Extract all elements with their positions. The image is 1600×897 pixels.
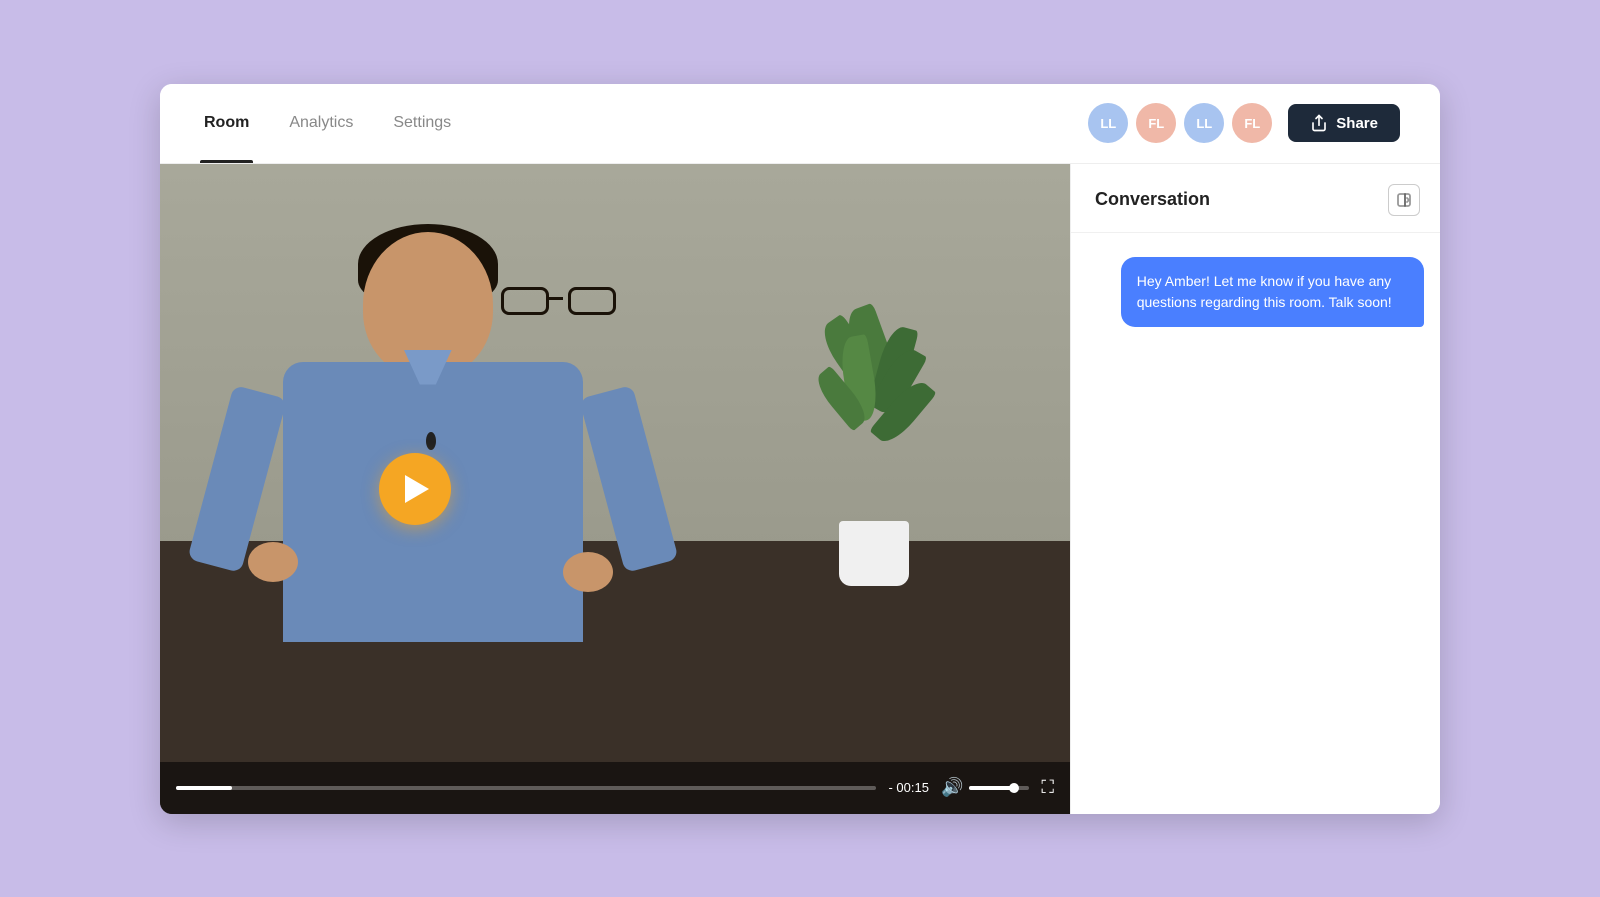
message-bubble: Hey Amber! Let me know if you have any q… xyxy=(1121,257,1424,327)
person-glasses xyxy=(501,287,616,317)
volume-icon: 🔊 xyxy=(941,777,963,798)
plant-leaves xyxy=(824,306,924,526)
video-panel: - 00:15 🔊 ⛶ xyxy=(160,164,1070,814)
time-label: - 00:15 xyxy=(888,780,928,795)
video-controls: - 00:15 🔊 ⛶ xyxy=(160,762,1070,814)
conversation-panel: Conversation Hey Amber! Let me know if y… xyxy=(1070,164,1440,814)
header-right: LL FL LL FL Share xyxy=(1088,103,1400,143)
share-icon xyxy=(1310,114,1328,132)
glasses-bridge xyxy=(549,297,563,300)
play-button[interactable] xyxy=(379,453,451,525)
conversation-title: Conversation xyxy=(1095,189,1210,210)
collapse-icon xyxy=(1396,192,1412,208)
main-content: - 00:15 🔊 ⛶ Conversation xyxy=(160,164,1440,814)
person-hand-right xyxy=(563,552,613,592)
plant-pot xyxy=(839,521,909,586)
glasses-left xyxy=(501,287,549,315)
tab-settings[interactable]: Settings xyxy=(389,84,455,163)
plant xyxy=(814,306,934,586)
collapse-panel-button[interactable] xyxy=(1388,184,1420,216)
conversation-header: Conversation xyxy=(1071,164,1440,233)
volume-handle[interactable] xyxy=(1009,783,1019,793)
video-scene: - 00:15 🔊 ⛶ xyxy=(160,164,1070,814)
conversation-body: Hey Amber! Let me know if you have any q… xyxy=(1071,233,1440,814)
share-label: Share xyxy=(1336,115,1378,132)
tab-analytics[interactable]: Analytics xyxy=(285,84,357,163)
progress-track[interactable] xyxy=(176,786,876,790)
tab-room[interactable]: Room xyxy=(200,84,253,163)
nav-tabs: Room Analytics Settings xyxy=(200,84,455,163)
avatar-ll1[interactable]: LL xyxy=(1088,103,1128,143)
progress-fill xyxy=(176,786,232,790)
avatar-fl2[interactable]: FL xyxy=(1232,103,1272,143)
play-icon xyxy=(405,475,429,503)
share-button[interactable]: Share xyxy=(1288,104,1400,142)
avatar-ll2[interactable]: LL xyxy=(1184,103,1224,143)
header: Room Analytics Settings LL FL LL FL Shar… xyxy=(160,84,1440,164)
volume-fill xyxy=(969,786,1014,790)
person-mic xyxy=(426,432,436,450)
app-window: Room Analytics Settings LL FL LL FL Shar… xyxy=(160,84,1440,814)
volume-control[interactable]: 🔊 xyxy=(941,777,1029,798)
avatar-fl1[interactable]: FL xyxy=(1136,103,1176,143)
person-silhouette xyxy=(233,232,633,632)
fullscreen-button[interactable]: ⛶ xyxy=(1041,777,1054,798)
person-hand-left xyxy=(248,542,298,582)
glasses-right xyxy=(568,287,616,315)
volume-track[interactable] xyxy=(969,786,1029,790)
